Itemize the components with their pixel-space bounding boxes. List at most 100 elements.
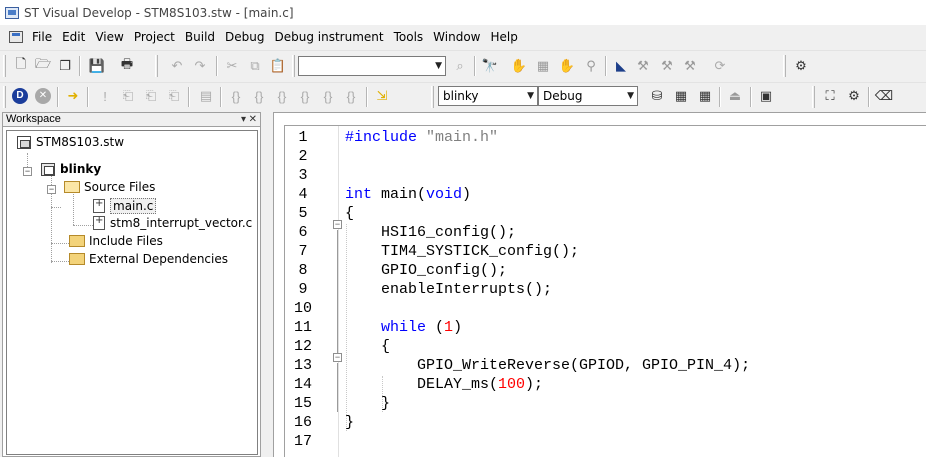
- collapse-icon[interactable]: −: [47, 185, 56, 194]
- toggle-breakpoint-icon[interactable]: ✋: [557, 56, 577, 76]
- run-arrow-icon[interactable]: ➜: [63, 86, 83, 106]
- paste-icon[interactable]: 📋: [268, 56, 288, 76]
- peripherals-icon[interactable]: ▦: [695, 86, 715, 106]
- run-to-cursor-icon[interactable]: ▤: [196, 86, 216, 106]
- rebuild-icon[interactable]: ⚒: [657, 56, 677, 76]
- toolbar-grip[interactable]: [812, 86, 815, 108]
- line-number: 7: [298, 243, 308, 260]
- tree-item-include-files[interactable]: Include Files: [69, 234, 163, 248]
- chip-icon[interactable]: ⚙: [844, 86, 864, 106]
- watch-icon[interactable]: ▦: [671, 86, 691, 106]
- panel-splitter[interactable]: [263, 112, 273, 457]
- code-editor[interactable]: 1 2 3 4 5 6 7 8 9 10 11 12 13 14 15 16 1…: [284, 125, 926, 457]
- tree-item-main-c[interactable]: main.c: [93, 198, 157, 214]
- save-icon[interactable]: 💾: [87, 56, 107, 76]
- toolbar-grip[interactable]: [155, 55, 158, 77]
- options-icon[interactable]: ⚙: [791, 56, 811, 76]
- line-number: 12: [293, 338, 312, 355]
- find-in-files-icon[interactable]: ⌕: [450, 56, 470, 76]
- step-out-icon[interactable]: ⎗: [164, 86, 184, 106]
- menu-tools[interactable]: Tools: [389, 30, 429, 44]
- print-icon[interactable]: 🖶: [117, 56, 137, 76]
- tree-item-workspace[interactable]: STM8S103.stw: [17, 135, 124, 149]
- line-number: 2: [298, 148, 308, 165]
- code-line-9: enableInterrupts();: [345, 281, 553, 298]
- tree-item-source-files[interactable]: Source Files: [64, 180, 155, 194]
- find-combo[interactable]: ▼: [298, 56, 446, 76]
- main-toolbar: 🗋 🗁 ❐ 💾 🖶 ↶ ↷ ✂ ⧉ 📋 ▼ ⌕ 🔭 ✋ ▦ ✋ ⚲ ◣ ⚒ ⚒ …: [0, 50, 926, 81]
- open-workspace-icon[interactable]: ❐: [55, 56, 75, 76]
- chevron-down-icon[interactable]: ▼: [527, 91, 534, 101]
- configuration-combo[interactable]: Debug ▼: [538, 86, 638, 106]
- line-number: 17: [293, 433, 312, 450]
- step-over-asm-icon[interactable]: {}: [249, 86, 269, 106]
- tree-item-project[interactable]: blinky: [41, 162, 101, 176]
- settings-icon[interactable]: ⛶: [820, 86, 840, 106]
- toolbar-grip[interactable]: [3, 55, 6, 77]
- new-file-icon[interactable]: 🗋: [11, 56, 31, 76]
- chevron-down-icon[interactable]: ▼: [627, 91, 634, 101]
- hand-icon[interactable]: ✋: [509, 56, 529, 76]
- c-file-icon: [93, 215, 105, 230]
- toolbar-grip[interactable]: [3, 86, 6, 108]
- disassembly-icon[interactable]: ⏏: [725, 86, 745, 106]
- menu-help[interactable]: Help: [485, 30, 522, 44]
- toolbar-grip[interactable]: [783, 55, 786, 77]
- stop-build-icon[interactable]: ⚒: [680, 56, 700, 76]
- step-into-icon[interactable]: ⎗: [118, 86, 138, 106]
- cut-icon[interactable]: ✂: [222, 56, 242, 76]
- compile-icon[interactable]: ◣: [611, 56, 631, 76]
- project-icon: [41, 162, 55, 176]
- collapse-icon[interactable]: −: [23, 167, 32, 176]
- fold-collapse-icon[interactable]: −: [333, 353, 342, 362]
- fold-collapse-icon[interactable]: −: [333, 220, 342, 229]
- step-asm-icon[interactable]: {}: [226, 86, 246, 106]
- brace-match-icon[interactable]: {}: [318, 86, 338, 106]
- code-line-15: }: [345, 395, 391, 412]
- undo-icon[interactable]: ↶: [167, 56, 187, 76]
- memory-icon[interactable]: ⇲: [372, 86, 392, 106]
- dropdown-arrow-icon[interactable]: ▾: [241, 113, 246, 126]
- redo-icon[interactable]: ↷: [190, 56, 210, 76]
- window-title: ST Visual Develop - STM8S103.stw - [main…: [24, 5, 294, 20]
- chevron-down-icon[interactable]: ▼: [435, 61, 442, 71]
- toolbar-grip[interactable]: [292, 55, 295, 77]
- copy-icon[interactable]: ⧉: [245, 56, 265, 76]
- menu-project[interactable]: Project: [129, 30, 180, 44]
- project-combo[interactable]: blinky ▼: [438, 86, 538, 106]
- line-number: 11: [293, 319, 312, 336]
- reset-icon[interactable]: {}: [341, 86, 361, 106]
- menu-view[interactable]: View: [90, 30, 128, 44]
- break-icon[interactable]: !: [95, 86, 115, 106]
- refresh-icon[interactable]: ⟳: [710, 56, 730, 76]
- tree-connector: [51, 261, 71, 262]
- document-window-icon[interactable]: [9, 30, 23, 43]
- debug-stop-icon[interactable]: ✕: [33, 86, 53, 106]
- programmer-icon[interactable]: ▣: [756, 86, 776, 106]
- folder-open-icon: [64, 181, 80, 193]
- bookmark-icon[interactable]: ▦: [533, 56, 553, 76]
- find-icon[interactable]: 🔭: [480, 56, 500, 76]
- menu-build[interactable]: Build: [180, 30, 220, 44]
- menu-debug-instrument[interactable]: Debug instrument: [269, 30, 388, 44]
- tree-item-external-dependencies[interactable]: External Dependencies: [69, 252, 228, 266]
- step-out-asm-icon[interactable]: {}: [272, 86, 292, 106]
- debug-start-icon[interactable]: D: [10, 86, 30, 106]
- menu-window[interactable]: Window: [428, 30, 485, 44]
- eraser-icon[interactable]: ⌫: [874, 86, 894, 106]
- clear-breakpoints-icon[interactable]: ⚲: [581, 56, 601, 76]
- open-folder-icon[interactable]: 🗁: [33, 56, 53, 76]
- menu-edit[interactable]: Edit: [57, 30, 90, 44]
- menu-debug[interactable]: Debug: [220, 30, 269, 44]
- step-over-icon[interactable]: ⎗: [141, 86, 161, 106]
- workspace-header: Workspace ▾ ✕: [3, 113, 260, 127]
- registers-icon[interactable]: ⛁: [647, 86, 667, 106]
- toolbar-grip[interactable]: [431, 86, 434, 108]
- tree-item-interrupt-vector[interactable]: stm8_interrupt_vector.c: [93, 215, 252, 230]
- code-line-16: }: [345, 414, 355, 431]
- build-icon[interactable]: ⚒: [633, 56, 653, 76]
- code-line-7: TIM4_SYSTICK_config();: [345, 243, 580, 260]
- brace-step-icon[interactable]: {}: [295, 86, 315, 106]
- close-icon[interactable]: ✕: [249, 113, 257, 126]
- menu-file[interactable]: File: [27, 30, 57, 44]
